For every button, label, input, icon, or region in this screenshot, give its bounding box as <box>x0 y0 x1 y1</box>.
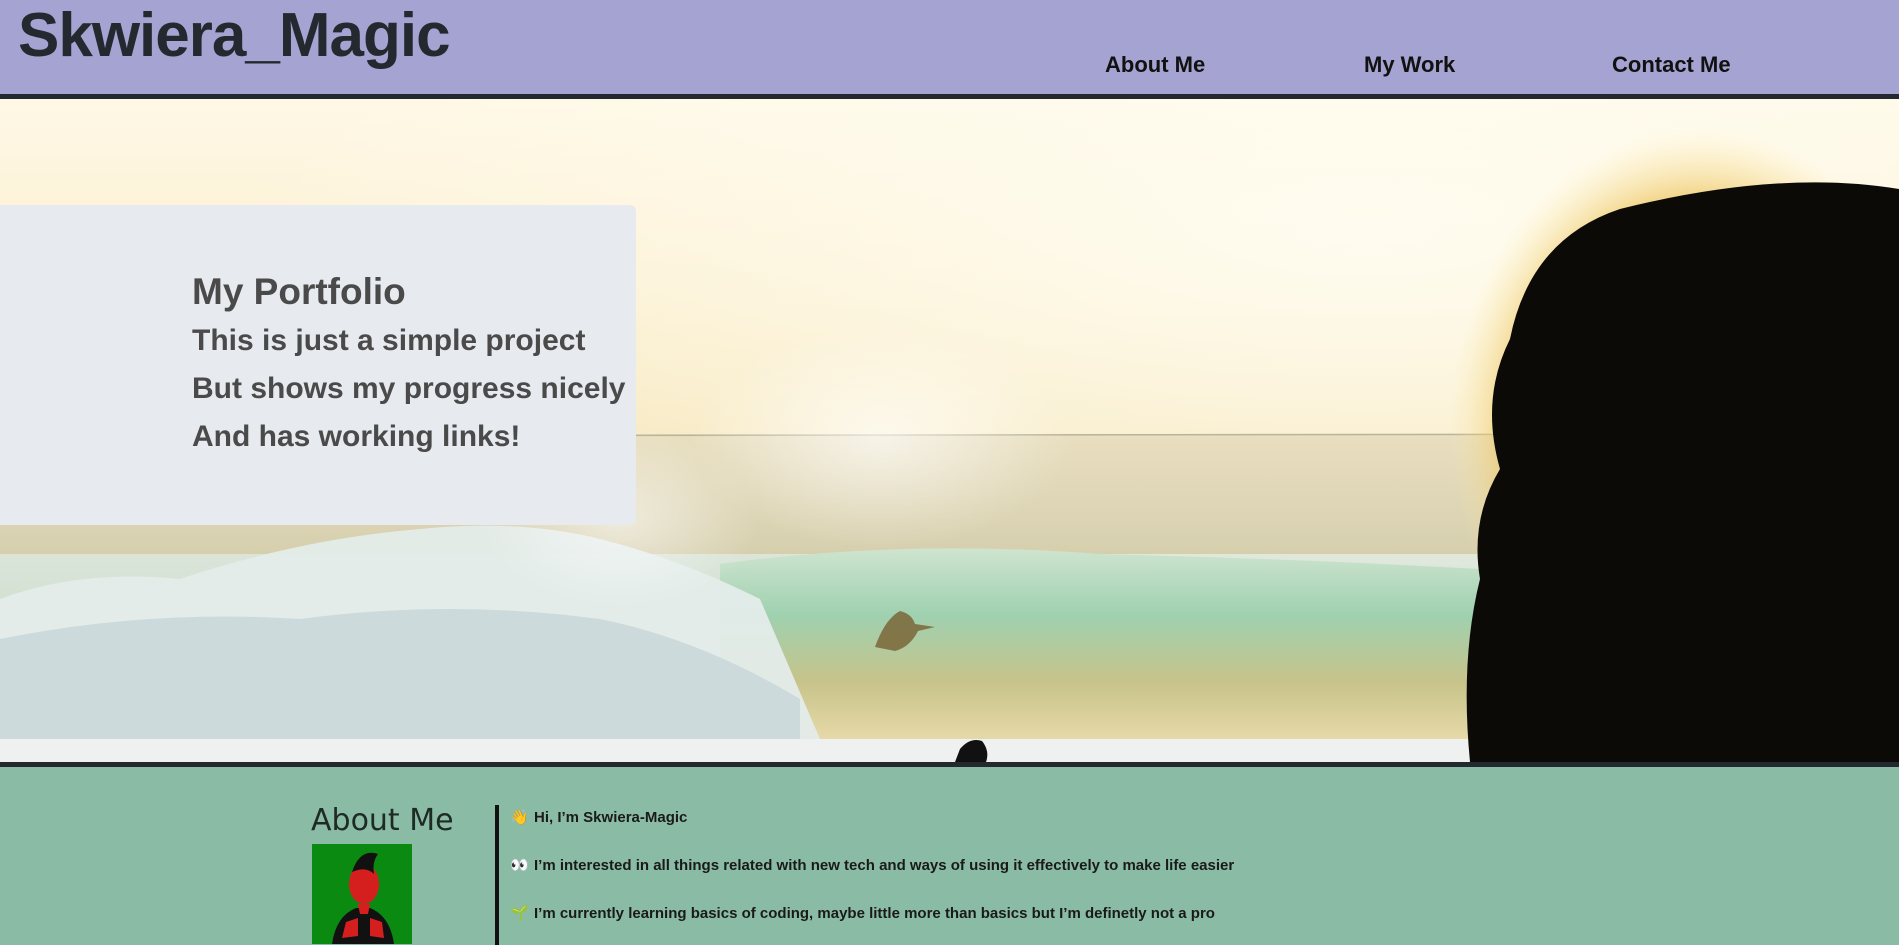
eyes-icon: 👀 <box>510 857 529 874</box>
waving-hand-icon: 👋 <box>510 809 529 826</box>
section-divider <box>0 762 1899 767</box>
intro-line: And has working links! <box>192 420 521 453</box>
about-item-text: Hi, I’m Skwiera-Magic <box>534 809 688 826</box>
site-header: Skwiera_Magic About Me My Work Contact M… <box>0 0 1899 99</box>
intro-card: My Portfolio This is just a simple proje… <box>0 205 636 525</box>
about-item: 🌱 I’m currently learning basics of coding… <box>510 904 1215 922</box>
intro-line: But shows my progress nicely <box>192 372 626 405</box>
seedling-icon: 🌱 <box>510 905 529 922</box>
hero-banner: My Portfolio This is just a simple proje… <box>0 99 1899 762</box>
intro-heading: My Portfolio <box>192 271 406 312</box>
nav-link-about-me[interactable]: About Me <box>1105 52 1205 78</box>
about-item: 👋 Hi, I’m Skwiera-Magic <box>510 808 687 826</box>
about-item: 👀 I’m interested in all things related wi… <box>510 856 1234 874</box>
site-title: Skwiera_Magic <box>18 1 451 70</box>
nav-link-contact-me[interactable]: Contact Me <box>1612 52 1731 78</box>
about-item-text: I’m currently learning basics of coding,… <box>534 905 1215 922</box>
avatar <box>312 844 412 944</box>
nav-link-my-work[interactable]: My Work <box>1364 52 1455 78</box>
about-title: About Me <box>311 803 454 838</box>
avatar-illustration <box>312 844 412 944</box>
about-divider <box>495 805 499 945</box>
about-item-text: I’m interested in all things related wit… <box>534 857 1235 874</box>
intro-line: This is just a simple project <box>192 324 586 357</box>
